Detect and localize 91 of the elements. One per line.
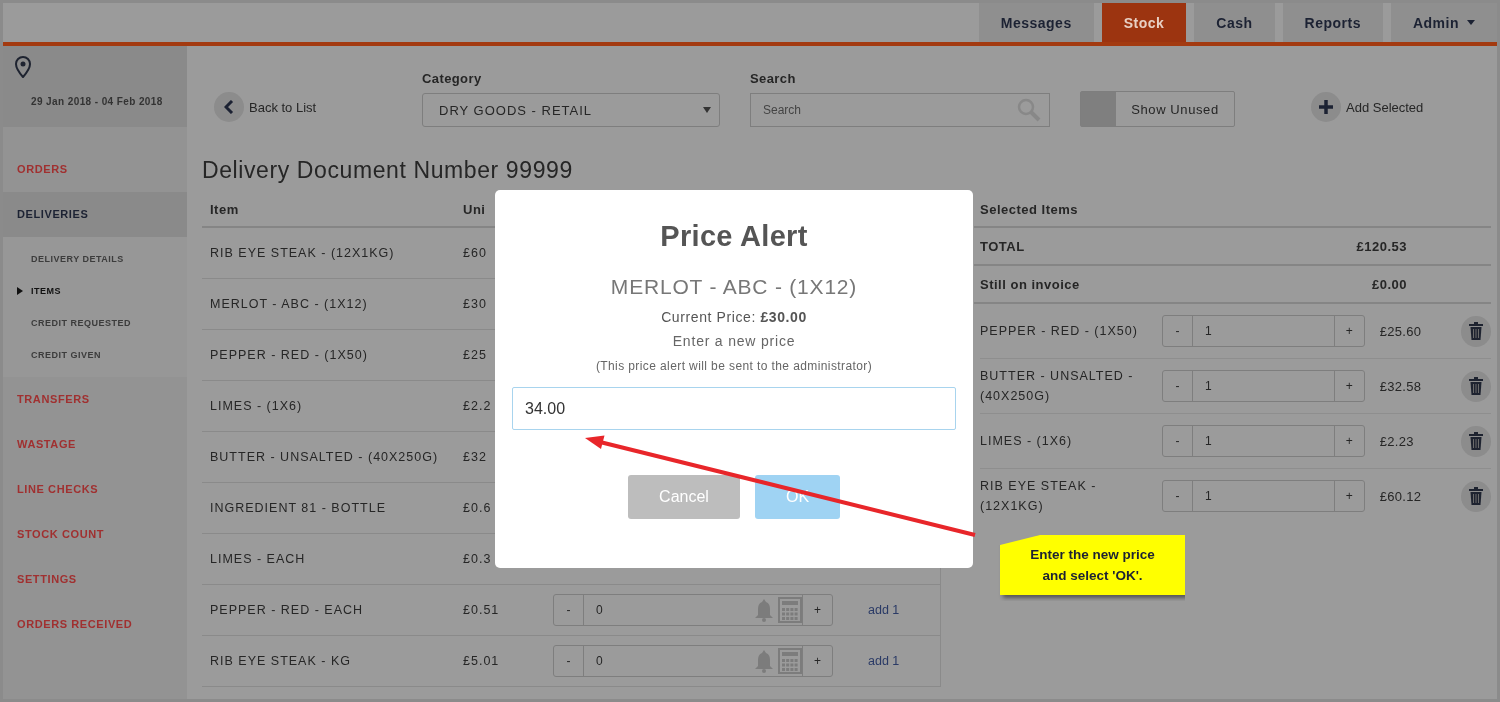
column-header: Item <box>209 201 240 217</box>
sidebar-subitem[interactable]: ITEMS <box>3 275 187 307</box>
decrement-button[interactable]: - <box>554 595 584 625</box>
quantity-value[interactable]: 1 <box>1205 379 1213 393</box>
item-price: £25.60 <box>1379 323 1423 339</box>
location-pin-icon <box>15 56 31 78</box>
prompt-text: Enter a new price <box>672 333 796 349</box>
delete-button[interactable] <box>1460 370 1491 402</box>
quantity-value[interactable]: 1 <box>1205 489 1213 503</box>
item-name: MERLOT - ABC - (1X12) <box>610 275 858 299</box>
add-selected-button[interactable]: Add Selected <box>1311 92 1424 122</box>
summary-label: TOTAL <box>980 238 1025 254</box>
sidebar-subitem[interactable]: DELIVERY DETAILS <box>3 243 187 275</box>
decrement-button[interactable]: - <box>1163 481 1193 511</box>
selected-item-name: RIB EYE STEAK - (12X1KG) <box>980 478 1098 515</box>
page-title: Delivery Document Number 99999 <box>202 157 574 184</box>
sidebar-subitem[interactable]: CREDIT REQUESTED <box>3 307 187 339</box>
summary-value: £120.53 <box>1356 238 1407 254</box>
nav-tab[interactable]: Admin <box>1390 3 1497 42</box>
table-cell-text: INGREDIENT 81 - BOTTLE <box>209 501 387 515</box>
item-price: £60.12 <box>1379 488 1423 504</box>
selected-item-name: BUTTER - UNSALTED - (40X250G) <box>980 368 1135 405</box>
table-cell-text: LIMES - EACH <box>209 552 307 566</box>
increment-button[interactable]: + <box>1333 426 1364 456</box>
delete-button[interactable] <box>1460 480 1491 512</box>
table-cell: £0.6 <box>463 501 492 515</box>
trash-icon <box>1468 432 1483 450</box>
increment-button[interactable]: + <box>802 595 832 625</box>
quantity-value[interactable]: 0 <box>596 603 604 617</box>
quantity-value[interactable]: 0 <box>596 654 604 668</box>
table-cell-text: PEPPER - RED - (1X50) <box>209 348 369 362</box>
show-unused-toggle[interactable]: Show Unused <box>1080 91 1235 127</box>
nav-tab[interactable]: Cash <box>1194 3 1275 42</box>
trash-icon <box>1468 322 1483 340</box>
add-link[interactable]: add 1 <box>868 654 900 668</box>
trash-icon <box>1468 487 1483 505</box>
category-dropdown[interactable]: DRY GOODS - RETAIL <box>422 93 720 127</box>
table-cell: £0.3 <box>463 552 492 566</box>
decrement-button[interactable]: - <box>554 646 584 676</box>
quantity-value[interactable]: 1 <box>1205 434 1213 448</box>
increment-button[interactable]: + <box>1333 481 1364 511</box>
nav-tab[interactable]: Messages <box>978 3 1094 42</box>
table-cell-text: LIMES - (1X6) <box>209 399 304 413</box>
table-cell-text: MERLOT - ABC - (1X12) <box>209 297 369 311</box>
nav-tab[interactable]: Reports <box>1282 3 1383 42</box>
callout-note: Enter the new price and select 'OK'. <box>1000 535 1185 595</box>
date-range: 29 Jan 2018 - 04 Feb 2018 <box>31 96 164 107</box>
increment-button[interactable]: + <box>1333 371 1364 401</box>
nav-tab[interactable]: Stock <box>1101 3 1187 42</box>
decrement-button[interactable]: - <box>1163 316 1193 346</box>
dialog-title: Price Alert <box>660 220 808 253</box>
note-text: (This price alert will be sent to the administrator) <box>595 359 873 373</box>
table-cell: £5.01 <box>463 654 500 668</box>
sidebar-item[interactable]: DELIVERIES <box>3 192 187 237</box>
increment-button[interactable]: + <box>1333 316 1364 346</box>
selected-item-name: PEPPER - RED - (1X50) <box>980 323 1139 340</box>
summary-label: Still on invoice <box>980 276 1080 292</box>
quantity-value[interactable]: 1 <box>1205 324 1213 338</box>
add-link[interactable]: add 1 <box>868 603 900 617</box>
table-cell: £2.2 <box>463 399 492 413</box>
item-price: £32.58 <box>1379 378 1423 394</box>
back-link[interactable]: Back to List <box>214 92 422 122</box>
table-cell: £25 <box>463 348 487 362</box>
summary-value: £0.00 <box>1371 276 1407 292</box>
table-cell-text: RIB EYE STEAK - KG <box>209 654 352 668</box>
table-cell: £60 <box>463 246 487 260</box>
table-cell-text: RIB EYE STEAK - (12X1KG) <box>209 246 396 260</box>
selected-item-name: LIMES - (1X6) <box>980 433 1074 450</box>
plus-icon <box>1319 100 1333 114</box>
dropdown-caret-icon <box>703 107 711 113</box>
trash-icon <box>1468 377 1483 395</box>
price-input[interactable]: 34.00 <box>512 387 956 430</box>
decrement-button[interactable]: - <box>1163 426 1193 456</box>
delete-button[interactable] <box>1460 425 1491 457</box>
item-price: £2.23 <box>1379 433 1415 449</box>
table-cell: £30 <box>463 297 487 311</box>
column-header: Uni <box>463 201 486 217</box>
panel-heading: Selected Items <box>974 192 1491 228</box>
table-cell: £0.51 <box>463 603 500 617</box>
delete-button[interactable] <box>1460 315 1491 347</box>
table-cell-text: BUTTER - UNSALTED - (40X250G) <box>209 450 440 464</box>
current-price: Current Price: £30.00 <box>661 309 807 325</box>
table-cell-text: PEPPER - RED - EACH <box>209 603 365 617</box>
search-field[interactable]: Search <box>750 93 1050 127</box>
increment-button[interactable]: + <box>802 646 832 676</box>
table-cell: £32 <box>463 450 487 464</box>
field-label: Category <box>422 71 483 86</box>
sidebar-subitem[interactable]: CREDIT GIVEN <box>3 339 187 371</box>
field-label: Search <box>750 71 797 86</box>
chevron-left-icon <box>224 100 234 114</box>
decrement-button[interactable]: - <box>1163 371 1193 401</box>
